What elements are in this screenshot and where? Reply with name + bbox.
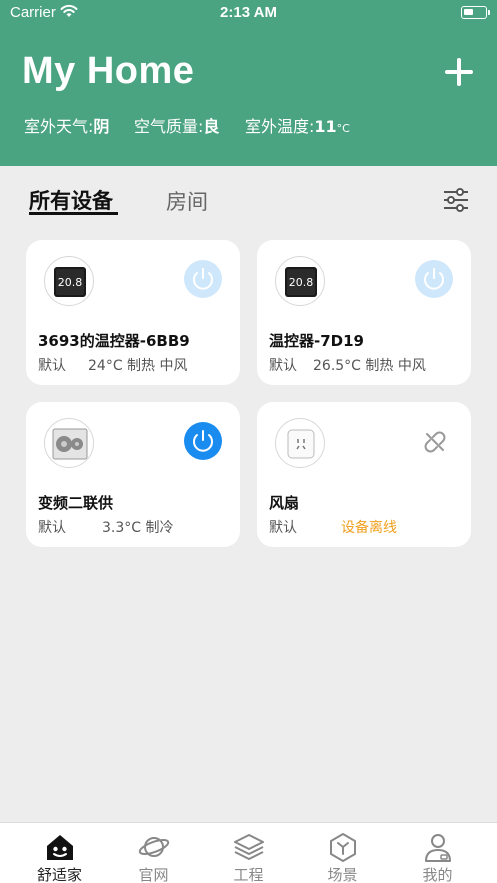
power-icon (193, 430, 213, 452)
thermostat-icon: 20.8 (44, 256, 94, 306)
nav-profile[interactable]: 我的 (388, 823, 487, 883)
weather-label: 室外天气: (24, 117, 94, 136)
page-title: My Home (22, 50, 195, 92)
nav-home[interactable]: 舒适家 (10, 823, 109, 883)
nav-label: 工程 (233, 866, 264, 883)
nav-website[interactable]: 官网 (104, 823, 203, 883)
bottom-nav: 舒适家 官网 工程 场景 我的 (0, 822, 497, 883)
status-bar: Carrier 2:13 AM (0, 0, 497, 26)
header: Carrier 2:13 AM My Home 室外天气:阴 空气质量:良 室外… (0, 0, 497, 166)
device-card-fan[interactable]: 风扇 默认 设备离线 (257, 402, 471, 547)
tab-rooms[interactable]: 房间 (166, 186, 208, 216)
nav-engineering[interactable]: 工程 (199, 823, 298, 883)
power-icon (424, 268, 444, 290)
power-icon (193, 268, 213, 290)
unlink-icon (424, 431, 446, 453)
heat-pump-icon (44, 418, 94, 468)
nav-scenes[interactable]: 场景 (293, 823, 392, 883)
layers-icon (234, 834, 264, 860)
svg-text:20.8: 20.8 (58, 276, 83, 289)
planet-icon (138, 837, 170, 857)
device-name: 风扇 (269, 494, 300, 512)
smart-plug-icon (275, 418, 325, 468)
svg-text:20.8: 20.8 (289, 276, 314, 289)
device-status: 26.5°C 制热 中风 (313, 358, 426, 374)
user-icon (425, 834, 451, 862)
nav-label: 我的 (422, 866, 453, 883)
thermostat-icon: 20.8 (275, 256, 325, 306)
temperature-label: 室外温度: (245, 117, 315, 136)
nav-label: 官网 (138, 866, 169, 883)
power-button[interactable] (184, 422, 222, 460)
sliders-icon[interactable] (443, 187, 469, 213)
device-name: 变频二联供 (38, 494, 114, 512)
nav-label: 舒适家 (36, 866, 82, 883)
device-room: 默认 (269, 520, 297, 536)
temperature-unit: °C (336, 122, 350, 135)
device-room: 默认 (269, 358, 297, 374)
power-button[interactable] (184, 260, 222, 298)
device-card-thermostat-7d19[interactable]: 20.8 温控器-7D19 默认 26.5°C 制热 中风 (257, 240, 471, 385)
nav-label: 场景 (327, 866, 358, 883)
device-name: 3693的温控器-6BB9 (38, 332, 190, 350)
power-button[interactable] (415, 260, 453, 298)
cube-icon (330, 833, 356, 862)
temperature-value: 11 (314, 117, 337, 136)
device-room: 默认 (38, 358, 66, 374)
air-quality: 空气质量:良 (134, 113, 219, 137)
battery-icon (461, 6, 490, 19)
status-time: 2:13 AM (220, 4, 277, 21)
air-quality-label: 空气质量: (134, 117, 204, 136)
outdoor-temperature: 室外温度:11°C (245, 113, 350, 137)
outdoor-weather: 室外天气:阴 (24, 113, 109, 137)
device-offline-status: 设备离线 (341, 520, 397, 536)
home-icon (47, 835, 73, 860)
device-card-thermostat-6bb9[interactable]: 20.8 3693的温控器-6BB9 默认 24°C 制热 中风 (26, 240, 240, 385)
device-status: 3.3°C 制冷 (102, 520, 174, 536)
add-device-button[interactable] (443, 56, 475, 88)
device-status: 24°C 制热 中风 (88, 358, 188, 374)
device-card-heat-pump[interactable]: 变频二联供 默认 3.3°C 制冷 (26, 402, 240, 547)
device-name: 温控器-7D19 (269, 332, 364, 350)
weather-value: 阴 (93, 117, 110, 136)
tab-all-devices[interactable]: 所有设备 (29, 185, 113, 215)
air-quality-value: 良 (203, 117, 220, 136)
active-tab-indicator (29, 212, 118, 215)
device-room: 默认 (38, 520, 66, 536)
